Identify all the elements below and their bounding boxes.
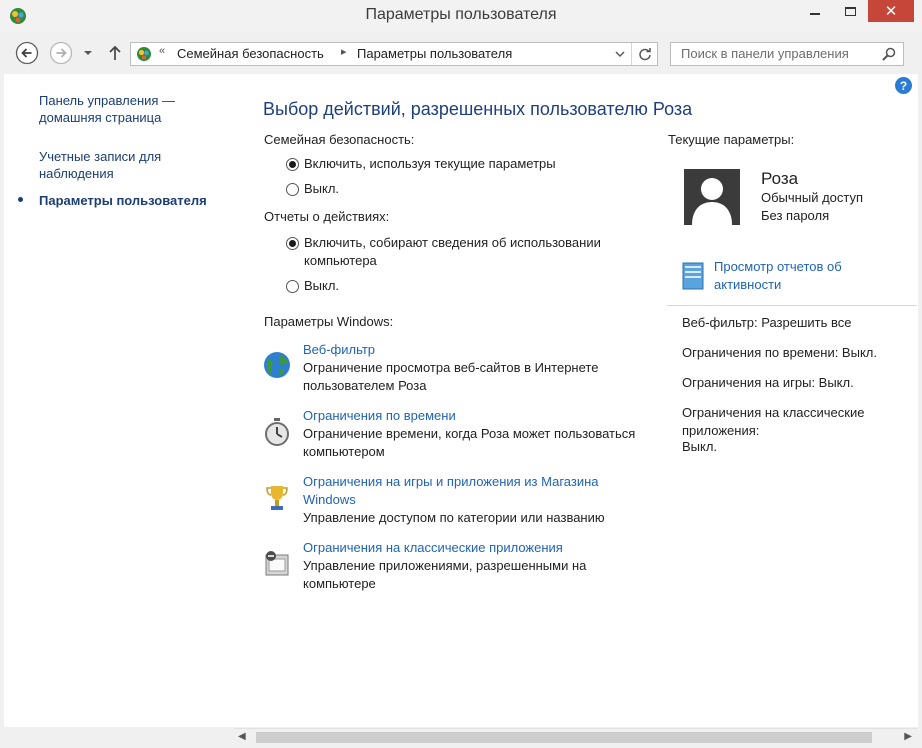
family-safety-on-label[interactable]: Включить, используя текущие параметры [304,155,556,173]
forward-arrow-icon [49,41,73,65]
globe-icon [264,352,290,378]
minimize-button[interactable] [800,0,830,22]
help-icon[interactable]: ? [895,77,912,94]
chevron-down-icon [615,51,625,57]
horizontal-scrollbar[interactable]: ◀ ▶ [234,728,918,745]
scroll-left-icon[interactable]: ◀ [238,731,246,742]
windows-settings-label: Параметры Windows: [264,314,394,329]
control-panel-icon [137,47,151,61]
desktop-apps-icon [265,551,289,576]
time-limits-status: Ограничения по времени: Выкл. [682,345,877,360]
breadcrumb-overflow[interactable]: « [159,45,165,57]
back-button[interactable] [15,41,39,65]
window-title: Параметры пользователя [365,6,557,23]
activity-reports-on-radio[interactable] [286,237,299,250]
breadcrumb-family-safety[interactable]: Семейная безопасность [177,46,324,61]
close-button[interactable]: ✕ [868,0,914,22]
address-bar[interactable]: « Семейная безопасность ▸ Параметры поль… [130,42,658,66]
web-filter-link[interactable]: Веб-фильтр [303,341,375,359]
games-limits-link[interactable]: Ограничения на игры и приложения из Мага… [303,473,643,509]
user-name: Роза [761,169,799,188]
family-safety-on-radio[interactable] [286,158,299,171]
trophy-icon [266,486,288,510]
activity-reports-on-label[interactable]: Включить, собирают сведения об использов… [304,234,644,270]
sidebar-item-user-settings: Параметры пользователя [39,193,207,208]
activity-reports-off-radio[interactable] [286,280,299,293]
scrollbar-thumb[interactable] [256,732,872,743]
search-icon[interactable] [881,46,897,62]
user-access-level: Обычный доступ [761,190,864,205]
time-limits-description: Ограничение времени, когда Роза может по… [303,426,636,459]
address-dropdown-button[interactable] [611,45,629,63]
activity-reports-label: Отчеты о действиях: [264,209,390,224]
games-limits-description: Управление доступом по категории или наз… [303,510,605,525]
sidebar-current-bullet [18,197,23,202]
up-arrow-icon [109,45,121,60]
scroll-right-icon[interactable]: ▶ [904,731,912,742]
chevron-down-icon [84,51,92,55]
up-button[interactable] [103,41,127,65]
divider [667,305,917,306]
refresh-button[interactable] [631,43,657,65]
web-filter-status: Веб-фильтр: Разрешить все [682,315,852,330]
family-safety-off-radio[interactable] [286,183,299,196]
family-safety-label: Семейная безопасность: [264,132,415,147]
activity-report-icon [682,262,704,290]
back-arrow-icon [15,41,39,65]
breadcrumb-user-settings[interactable]: Параметры пользователя [357,46,512,61]
desktop-apps-limits-status-label: Ограничения на классические приложения: [682,405,865,438]
games-limits-status: Ограничения на игры: Выкл. [682,375,854,390]
sidebar-item-home[interactable]: Панель управления — домашняя страница [39,92,239,126]
search-placeholder: Поиск в панели управления [681,46,849,61]
maximize-button[interactable] [835,0,865,22]
desktop-apps-limits-status-value: Выкл. [682,439,718,454]
user-avatar [684,169,740,225]
stopwatch-icon [265,418,289,446]
title-bar: Параметры пользователя ✕ [0,0,922,32]
user-password-status: Без пароля [761,208,830,223]
recent-pages-button[interactable] [80,41,96,65]
page-title: Выбор действий, разрешенных пользователю… [263,99,693,119]
forward-button[interactable] [49,41,73,65]
view-activity-reports-link[interactable]: Просмотр отчетов об активности [714,258,884,294]
family-safety-off-label[interactable]: Выкл. [304,180,339,198]
desktop-apps-limits-link[interactable]: Ограничения на классические приложения [303,539,563,557]
refresh-icon [638,48,651,61]
desktop-apps-limits-description: Управление приложениями, разрешенными на… [303,558,587,591]
close-icon: ✕ [884,3,898,20]
web-filter-description: Ограничение просмотра веб-сайтов в Интер… [303,360,599,393]
user-silhouette-icon [692,178,732,225]
breadcrumb-separator-icon: ▸ [341,46,347,58]
time-limits-link[interactable]: Ограничения по времени [303,407,456,425]
activity-reports-off-label[interactable]: Выкл. [304,277,339,295]
current-settings-label: Текущие параметры: [668,132,795,147]
search-input[interactable]: Поиск в панели управления [670,42,904,66]
sidebar-item-monitored-accounts[interactable]: Учетные записи для наблюдения [39,148,239,182]
